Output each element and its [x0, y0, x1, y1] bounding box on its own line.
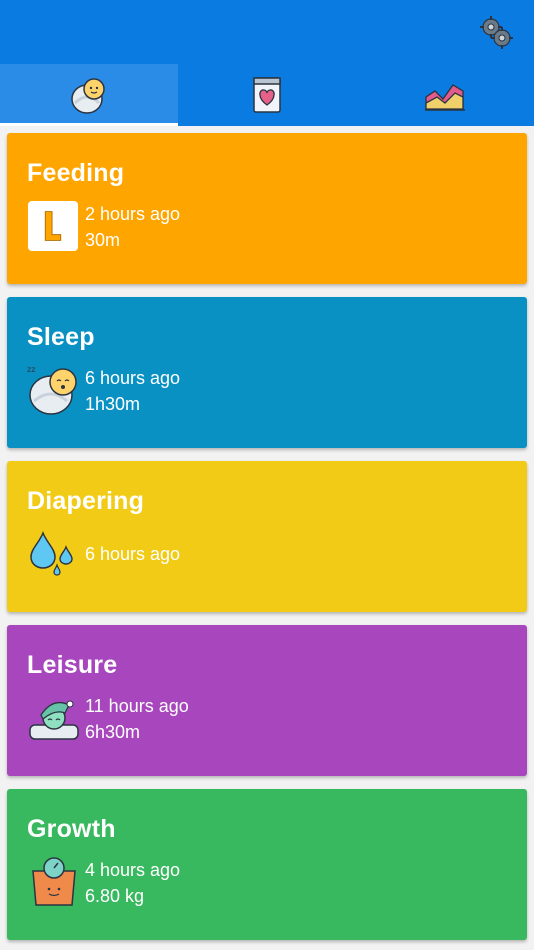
- tab-health[interactable]: [178, 64, 356, 126]
- leisure-title: Leisure: [27, 651, 118, 679]
- area-chart-icon: [425, 84, 465, 111]
- settings-gears-icon[interactable]: [478, 14, 514, 50]
- water-drops-icon: [30, 530, 73, 576]
- leisure-last-time: 11 hours ago: [85, 696, 189, 716]
- heart-card-icon: [253, 77, 281, 113]
- diapering-card[interactable]: Diapering 6 hours ago: [7, 461, 527, 612]
- growth-title: Growth: [27, 815, 116, 843]
- diapering-info: 6 hours ago: [85, 541, 180, 567]
- scale-icon: [32, 857, 76, 906]
- app-bar: [0, 0, 534, 64]
- sleeping-cap-icon: [29, 700, 79, 740]
- feeding-card[interactable]: Feeding 2 hours ago 30m: [7, 133, 527, 284]
- feeding-title: Feeding: [27, 159, 125, 187]
- feeding-duration: 30m: [85, 230, 121, 250]
- sleep-card[interactable]: Sleep zz 6 hours ago 1h30m: [7, 297, 527, 448]
- feeding-last-time: 2 hours ago: [85, 204, 181, 224]
- bottle-l-icon: [27, 200, 79, 252]
- diapering-last-time: 6 hours ago: [85, 544, 181, 564]
- tab-baby[interactable]: [0, 64, 178, 126]
- sleep-title: Sleep: [27, 323, 95, 351]
- growth-last-time: 4 hours ago: [85, 860, 181, 880]
- tab-bar: [0, 64, 534, 126]
- leisure-card[interactable]: Leisure 11 hours ago 6h30m: [7, 625, 527, 776]
- leisure-info: 11 hours ago 6h30m: [85, 693, 189, 745]
- growth-weight: 6.80 kg: [85, 886, 145, 906]
- leisure-duration: 6h30m: [85, 722, 141, 742]
- sleep-info: 6 hours ago 1h30m: [85, 365, 180, 417]
- baby-icon: [71, 78, 105, 114]
- sleeping-baby-icon: zz: [27, 365, 77, 415]
- sleep-duration: 1h30m: [85, 394, 141, 414]
- growth-info: 4 hours ago 6.80 kg: [85, 857, 180, 909]
- feeding-info: 2 hours ago 30m: [85, 201, 180, 253]
- svg-text:zz: zz: [27, 365, 35, 374]
- growth-card[interactable]: Growth 4 hours ago 6.80 kg: [7, 789, 527, 940]
- tab-stats[interactable]: [356, 64, 534, 126]
- diapering-title: Diapering: [27, 487, 145, 515]
- sleep-last-time: 6 hours ago: [85, 368, 181, 388]
